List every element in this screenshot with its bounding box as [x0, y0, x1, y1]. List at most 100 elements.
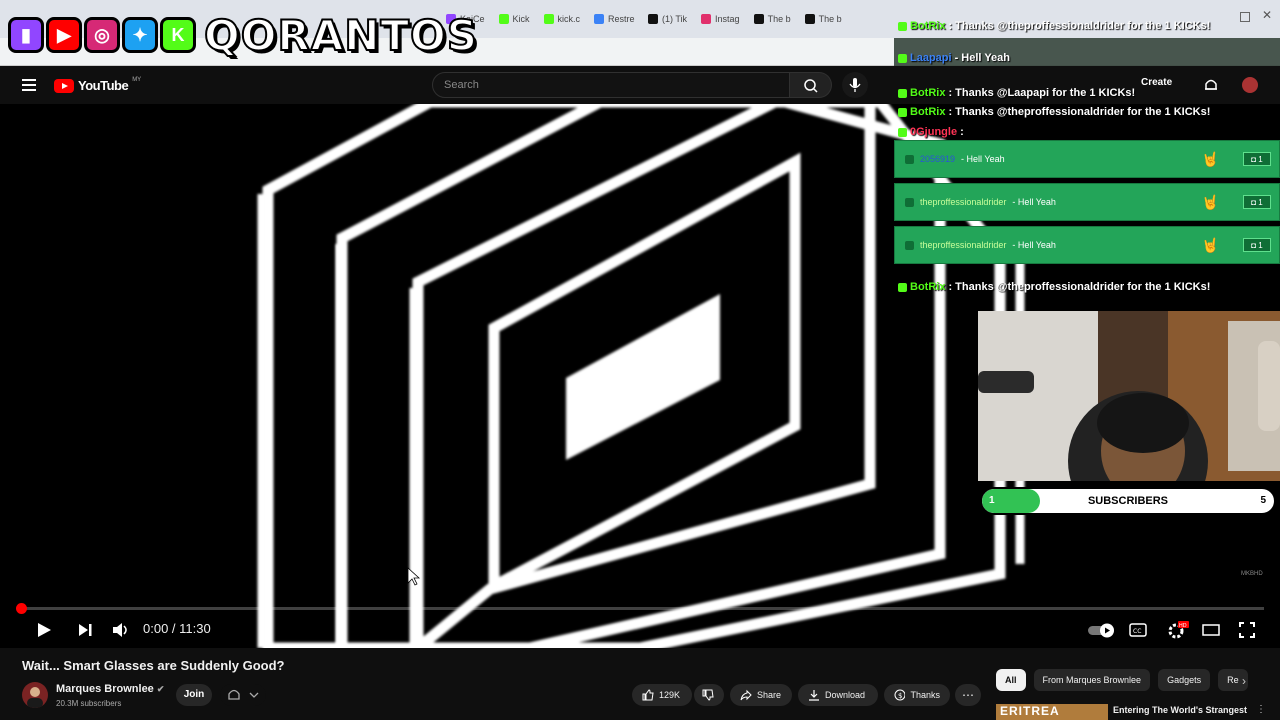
share-button[interactable]: Share	[730, 684, 792, 706]
chat-highlight-card: 2056919 - Hell Yeah 🤘 ◘ 1	[894, 140, 1280, 178]
voice-search-button[interactable]	[842, 72, 868, 98]
more-actions-button[interactable]: ⋯	[955, 684, 981, 706]
chat-username: 0Gjungle	[910, 126, 958, 138]
twitch-icon: ▮	[8, 17, 44, 53]
youtube-logo[interactable]: YouTube MY	[54, 77, 141, 93]
browser-tab[interactable]: Kick	[493, 8, 536, 30]
card-count: ◘ 1	[1243, 238, 1271, 252]
filter-chip[interactable]: From Marques Brownlee	[1033, 669, 1151, 691]
recommendation-title[interactable]: Entering The World's Strangest	[1113, 705, 1247, 715]
channel-avatar[interactable]	[22, 682, 48, 708]
video-watermark: MKBHD	[1241, 571, 1263, 577]
tab-favicon-icon	[648, 14, 659, 24]
chat-username: Laapapi	[910, 52, 952, 64]
recommendation-thumbnail[interactable]: ERITREA	[996, 704, 1108, 720]
theater-mode-icon[interactable]	[1202, 623, 1220, 637]
thanks-button[interactable]: $ Thanks	[884, 684, 950, 706]
kick-badge-icon	[898, 107, 907, 117]
notifications-icon[interactable]	[1203, 77, 1219, 93]
browser-tab[interactable]: The b	[748, 8, 797, 30]
close-window-icon[interactable]: ✕	[1262, 8, 1272, 22]
svg-text:$: $	[898, 692, 902, 700]
settings-icon[interactable]: HD	[1166, 620, 1190, 640]
chat-text: : Thanks @theproffessionaldrider for the…	[948, 106, 1211, 118]
tab-favicon-icon	[804, 14, 815, 24]
kick-badge-icon	[898, 88, 907, 98]
autoplay-toggle-icon[interactable]	[1087, 622, 1117, 638]
more-icon: ⋯	[962, 688, 974, 702]
search-button[interactable]	[790, 72, 832, 98]
rock-hand-icon: 🤘	[1201, 237, 1219, 253]
scrubber-handle[interactable]	[16, 603, 27, 614]
menu-icon[interactable]	[22, 79, 36, 91]
chat-username: BotRix	[910, 281, 946, 293]
captions-icon[interactable]: CC	[1129, 622, 1147, 638]
account-avatar[interactable]	[1242, 77, 1258, 93]
tab-favicon-icon	[543, 14, 554, 24]
chat-text: :	[960, 126, 964, 138]
search-input[interactable]: Search	[432, 72, 790, 98]
svg-text:HD: HD	[1179, 623, 1187, 629]
restore-window-icon[interactable]	[1240, 12, 1250, 22]
rock-hand-icon: 🤘	[1201, 151, 1219, 167]
channel-subscribers: 20.3M subscribers	[56, 699, 122, 708]
verified-icon: ✔	[156, 684, 165, 694]
tab-label: The b	[818, 14, 842, 24]
recommendation-chips: All From Marques Brownlee Gadgets Re	[996, 669, 1248, 691]
kick-badge-icon	[898, 53, 907, 63]
chat-text: - Hell Yeah	[954, 52, 1011, 64]
chat-message: BotRix: Thanks @Laapapi for the 1 KICKs!	[898, 85, 1135, 101]
card-text: - Hell Yeah	[1012, 197, 1056, 207]
thanks-icon: $	[894, 689, 906, 701]
chat-message: BotRix: Thanks @theproffessionaldrider f…	[898, 279, 1210, 295]
browser-tab[interactable]: The b	[799, 8, 848, 30]
chat-username: BotRix	[910, 20, 946, 32]
webcam-image	[978, 311, 1280, 481]
tab-label: kick.c	[557, 14, 581, 24]
card-count: ◘ 1	[1243, 195, 1271, 209]
join-button[interactable]: Join	[176, 684, 212, 706]
bell-icon	[228, 689, 259, 700]
chevron-right-icon[interactable]: ›	[1242, 674, 1246, 688]
progress-bar[interactable]	[16, 603, 1264, 614]
time-display: 0:00 / 11:30	[143, 621, 211, 636]
filter-chip[interactable]: All	[996, 669, 1026, 691]
notification-bell-button[interactable]	[220, 684, 266, 706]
chat-text: : Thanks @theproffessionaldrider for the…	[948, 281, 1211, 293]
chat-message: 0Gjungle:	[898, 124, 964, 140]
tab-label: (1) Tik	[662, 14, 688, 24]
browser-tab[interactable]: (1) Tik	[642, 8, 693, 30]
like-count: 129K	[659, 690, 681, 700]
chat-message: BotRix: Thanks @theproffessionaldrider f…	[898, 104, 1210, 120]
stream-banner: ▮ ▶ ◎ ✦ K QORANTOS	[8, 6, 478, 64]
recommendation-menu-icon[interactable]: ⋮	[1256, 704, 1266, 715]
download-icon	[809, 690, 819, 701]
fullscreen-icon[interactable]	[1239, 622, 1255, 638]
chat-text: : Thanks @theproffessionaldrider for the…	[948, 20, 1211, 32]
tab-favicon-icon	[753, 14, 764, 24]
video-title: Wait... Smart Glasses are Suddenly Good?	[22, 658, 285, 673]
channel-name[interactable]: Marques Brownlee ✔	[56, 683, 164, 695]
next-icon[interactable]	[78, 623, 94, 637]
download-button[interactable]: Download	[798, 684, 878, 706]
browser-tab[interactable]: Instag	[695, 8, 746, 30]
kick-icon: K	[160, 17, 196, 53]
tab-favicon-icon	[498, 14, 509, 24]
like-button[interactable]: 129K	[632, 684, 692, 706]
youtube-icon: ▶	[46, 17, 82, 53]
thumbs-up-icon	[642, 689, 654, 701]
volume-icon[interactable]	[112, 622, 130, 638]
create-button[interactable]: Create	[1141, 77, 1172, 88]
kick-badge-icon	[898, 21, 907, 31]
kick-badge-icon	[898, 282, 907, 292]
dislike-button[interactable]	[694, 684, 724, 706]
kick-badge-icon	[898, 127, 907, 137]
channel-name-text: Marques Brownlee	[56, 683, 154, 695]
tab-label: Instag	[715, 14, 740, 24]
chat-message: BotRix: Thanks @theproffessionaldrider f…	[898, 18, 1210, 34]
filter-chip[interactable]: Gadgets	[1158, 669, 1211, 691]
play-icon[interactable]	[36, 622, 52, 638]
browser-tab[interactable]: kick.c	[538, 8, 587, 30]
player-controls: 0:00 / 11:30 CC HD	[0, 614, 1280, 644]
browser-tab[interactable]: Restre	[588, 8, 640, 30]
